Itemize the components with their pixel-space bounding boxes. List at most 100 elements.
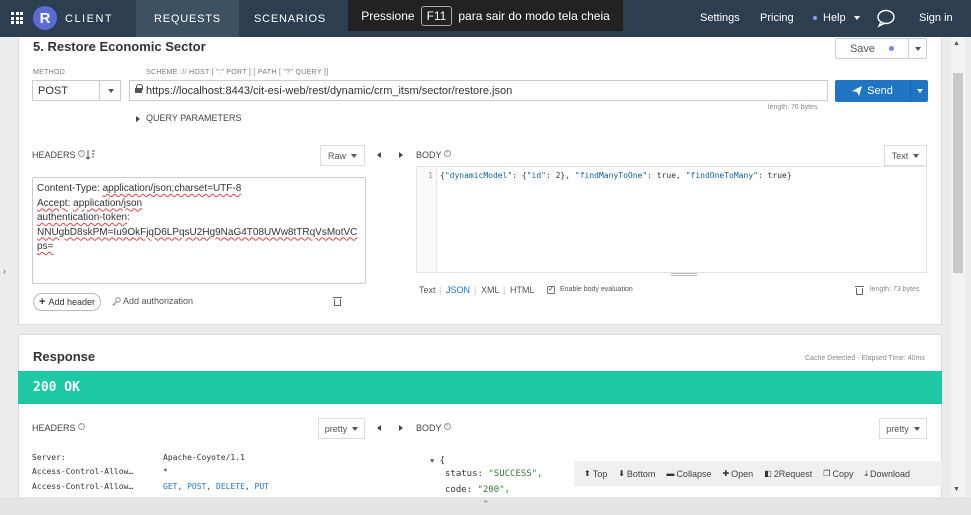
expand-right-icon[interactable] — [399, 425, 403, 431]
save-label: Save — [849, 42, 876, 55]
help-icon[interactable]: ? — [443, 150, 451, 157]
arrow-down-icon: ⬇ — [618, 469, 625, 478]
json-line: code: "200", — [445, 485, 510, 495]
add-authorization-link[interactable]: Add authorization — [112, 296, 193, 306]
help-icon[interactable]: ? — [77, 423, 85, 430]
method-select[interactable]: POST — [32, 80, 121, 101]
header-line: ps= — [37, 241, 54, 252]
collapse-left-icon[interactable] — [377, 425, 381, 431]
scroll-down-icon[interactable]: ▼ — [953, 486, 960, 493]
download-button[interactable]: ⤓ Download — [864, 469, 910, 479]
open-button[interactable]: ✚ Open — [722, 469, 753, 479]
header-value: application/json — [73, 197, 143, 209]
enable-eval-checkbox[interactable]: ✓ — [547, 286, 555, 294]
tab-scenarios[interactable]: SCENARIOS — [244, 0, 336, 37]
collapse-button[interactable]: ▬ Collapse — [666, 469, 711, 479]
format-xml[interactable]: XML — [481, 285, 500, 295]
code-token: "dynamicModel" — [444, 171, 513, 180]
copy-icon: ❐ — [823, 469, 831, 478]
chat-support-icon[interactable] — [876, 8, 896, 28]
chevron-up-icon[interactable]: ⌃ — [482, 499, 490, 510]
response-headers-mode-select[interactable]: pretty — [318, 418, 365, 439]
query-params-toggle[interactable]: QUERY PARAMETERS — [136, 113, 242, 123]
pricing-link[interactable]: Pricing — [760, 12, 794, 24]
trash-icon[interactable] — [333, 297, 342, 306]
response-body-mode-select[interactable]: pretty — [879, 418, 927, 439]
add-authorization-label: Add authorization — [123, 296, 194, 306]
body-mode-value: Text — [891, 150, 909, 161]
response-header-value: Apache-Coyote/1.1 — [163, 453, 245, 462]
apps-grid-icon[interactable] — [11, 12, 23, 24]
chevron-down-icon — [352, 426, 359, 431]
response-header-key: Access-Control-Allow… — [32, 482, 134, 491]
bottom-label: Bottom — [626, 468, 656, 479]
method-link[interactable]: POST — [187, 482, 206, 491]
scrollbar-thumb[interactable] — [953, 73, 963, 273]
line-number: 1 — [428, 171, 433, 180]
plus-icon: + — [39, 296, 46, 308]
add-header-button[interactable]: + Add header — [33, 293, 101, 311]
request-headers-label: HEADERS? — [32, 150, 85, 160]
top-label: Top — [592, 468, 608, 479]
settings-link[interactable]: Settings — [700, 12, 740, 24]
method-link[interactable]: PUT — [255, 482, 269, 491]
download-label: Download — [870, 468, 911, 479]
save-group: Save — [835, 38, 927, 59]
collapse-left-icon[interactable] — [377, 152, 381, 158]
unsaved-dot-icon — [889, 46, 895, 51]
code-token: : true, — [647, 171, 681, 180]
arrow-up-icon: ⬆ — [584, 469, 591, 478]
query-params-label: QUERY PARAMETERS — [146, 113, 242, 123]
send-options-button[interactable] — [910, 80, 928, 102]
resize-grip[interactable] — [671, 273, 697, 276]
response-body-mode-value: pretty — [886, 423, 909, 434]
response-header-row: Access-Control-Allow… * — [32, 467, 168, 476]
chevron-down-icon — [351, 153, 357, 158]
format-html[interactable]: HTML — [510, 285, 535, 295]
to-request-label: 2Request — [773, 468, 813, 479]
help-icon[interactable]: ? — [443, 423, 451, 430]
help-icon[interactable]: ? — [77, 150, 85, 157]
sort-icon[interactable] — [86, 149, 96, 160]
format-json[interactable]: JSON — [446, 285, 470, 295]
bottom-button[interactable]: ⬇ Bottom — [618, 469, 655, 479]
f11-key: F11 — [420, 5, 453, 26]
notice-text-after: para sair do modo tela cheia — [458, 8, 610, 23]
collapse-caret-icon[interactable]: ▼ — [430, 457, 434, 465]
help-menu[interactable]: Help — [813, 12, 860, 24]
to-request-button[interactable]: ◧ 2Request — [764, 469, 812, 479]
url-input[interactable]: https://localhost:8443/cit-esi-web/rest/… — [129, 80, 828, 101]
signin-link[interactable]: Sign in — [919, 12, 953, 24]
chevron-down-icon — [916, 89, 923, 93]
sidebar-expand-icon[interactable]: › — [3, 266, 6, 276]
top-button[interactable]: ⬆ Top — [584, 469, 607, 479]
response-meta: Cache Detected - Elapsed Time: 40ms — [805, 355, 925, 362]
save-button[interactable]: Save — [836, 39, 908, 58]
headers-textarea[interactable]: Content-Type: application/json;charset=U… — [32, 177, 366, 284]
body-label-text: BODY — [416, 150, 442, 160]
status-text: 200 OK — [33, 380, 80, 395]
body-editor[interactable]: 1 {"dynamicModel": {"id": 2}, "findManyT… — [416, 166, 927, 273]
send-button[interactable]: Send — [835, 80, 910, 102]
method-link[interactable]: DELETE — [216, 482, 245, 491]
url-length: length: 76 bytes — [768, 104, 818, 111]
trash-icon[interactable] — [855, 286, 864, 295]
body-mode-select[interactable]: Text — [884, 145, 927, 166]
top-bar: R CLIENT REQUESTS SCENARIOS Pressione F1… — [0, 0, 971, 37]
lock-icon — [135, 84, 143, 95]
tab-requests[interactable]: REQUESTS — [136, 0, 239, 37]
method-link[interactable]: GET — [163, 482, 177, 491]
chevron-down-icon — [853, 16, 860, 21]
headers-mode-select[interactable]: Raw — [320, 145, 365, 166]
save-options-button[interactable] — [908, 39, 926, 58]
scroll-up-icon[interactable]: ▲ — [953, 40, 960, 47]
body-label-text: BODY — [416, 423, 442, 433]
expand-right-icon[interactable] — [399, 152, 403, 158]
format-text[interactable]: Text — [419, 285, 436, 295]
json-brace: { — [439, 456, 446, 466]
paper-plane-icon — [852, 86, 863, 96]
chevron-down-icon — [913, 153, 920, 158]
copy-button[interactable]: ❐ Copy — [823, 469, 853, 479]
response-headers-mode-value: pretty — [324, 423, 348, 434]
header-key: Content-Type — [37, 183, 98, 194]
